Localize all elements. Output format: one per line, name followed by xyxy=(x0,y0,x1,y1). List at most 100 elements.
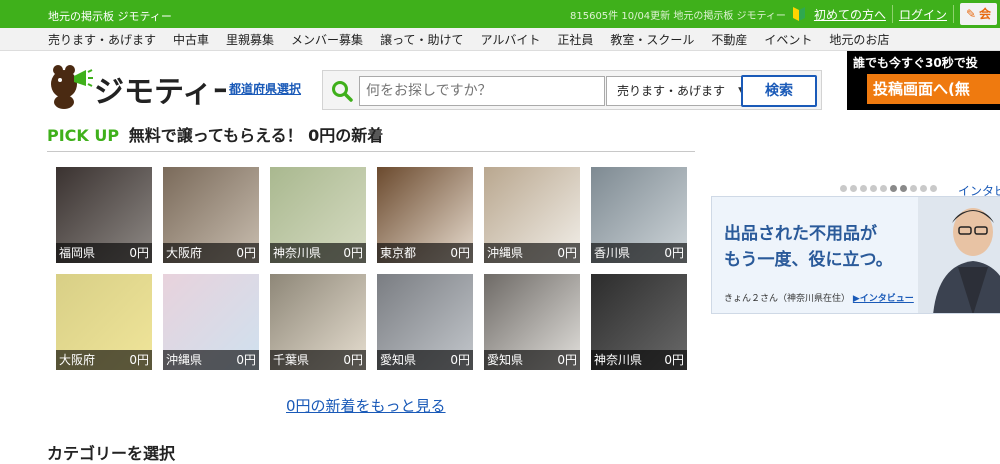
item-prefecture: 東京都 xyxy=(380,246,417,260)
item-caption: 大阪府 0円 xyxy=(163,243,259,263)
first-time-link[interactable]: 初めての方へ xyxy=(810,6,890,23)
listing-stats: 815605件 10/04更新 地元の掲示板 ジモティー xyxy=(570,10,786,22)
ad-credit: きょん２さん（神奈川県在住） ▶インタビュー xyxy=(724,291,914,304)
item-prefecture: 大阪府 xyxy=(59,353,96,367)
item-tile[interactable]: 愛知県 0円 xyxy=(377,274,473,370)
item-tile[interactable]: 東京都 0円 xyxy=(377,167,473,263)
item-price: 0円 xyxy=(129,353,149,367)
carousel-dot[interactable] xyxy=(890,185,897,192)
item-price: 0円 xyxy=(450,246,470,260)
item-caption: 神奈川県 0円 xyxy=(270,243,366,263)
top-bar-right: 815605件 10/04更新 地元の掲示板 ジモティー 初めての方へ ログイン… xyxy=(570,0,998,28)
item-price: 0円 xyxy=(236,353,256,367)
item-price: 0円 xyxy=(343,246,363,260)
bear-mascot-icon xyxy=(51,65,93,109)
category-nav: 売ります・あげます 中古車 里親募集 メンバー募集 譲って・助けて アルバイト 正社員 教室・… xyxy=(0,28,1000,51)
item-tile[interactable]: 千葉県 0円 xyxy=(270,274,366,370)
more-free-items-link[interactable]: 0円の新着をもっと見る xyxy=(286,395,446,416)
logo-text: ジモティー xyxy=(94,75,226,110)
item-prefecture: 愛知県 xyxy=(380,353,417,367)
item-caption: 福岡県 0円 xyxy=(56,243,152,263)
post-button-label: 会 xyxy=(979,7,992,21)
item-prefecture: 神奈川県 xyxy=(273,246,322,260)
nav-item[interactable]: アルバイト xyxy=(480,31,540,48)
carousel-dot[interactable] xyxy=(870,185,877,192)
pickup-title: 無料で譲ってもらえる！ 0円の新着 xyxy=(128,126,384,145)
prefecture-select-link[interactable]: 都道府県選択 xyxy=(229,80,301,97)
interview-ad-card[interactable]: 出品された不用品が もう一度、役に立つ。 きょん２さん（神奈川県在住） ▶インタ… xyxy=(711,196,1000,314)
nav-item[interactable]: 教室・スクール xyxy=(610,31,694,48)
site-tagline: 地元の掲示板 ジモティー xyxy=(48,10,172,23)
item-caption: 愛知県 0円 xyxy=(484,350,580,370)
post-button[interactable]: ✎ 会 xyxy=(959,3,998,25)
carousel-dot[interactable] xyxy=(850,185,857,192)
top-bar: 地元の掲示板 ジモティー 815605件 10/04更新 地元の掲示板 ジモティ… xyxy=(0,0,1000,28)
item-caption: 千葉県 0円 xyxy=(270,350,366,370)
promo-text: 誰でも今すぐ30秒で投 xyxy=(853,56,978,70)
item-caption: 東京都 0円 xyxy=(377,243,473,263)
item-price: 0円 xyxy=(557,246,577,260)
item-prefecture: 香川県 xyxy=(594,246,631,260)
nav-item[interactable]: 譲って・助けて xyxy=(380,31,463,48)
ad-headline-line1: 出品された不用品が xyxy=(724,224,877,244)
pickup-label: PICK UP xyxy=(47,126,120,145)
ad-headline-line2: もう一度、役に立つ。 xyxy=(724,250,893,270)
item-prefecture: 大阪府 xyxy=(166,246,203,260)
item-tile[interactable]: 神奈川県 0円 xyxy=(591,274,687,370)
carousel-dot[interactable] xyxy=(880,185,887,192)
search-button[interactable]: 検索 xyxy=(741,75,817,107)
pickup-heading: PICK UP 無料で譲ってもらえる！ 0円の新着 xyxy=(47,122,383,146)
carousel-dot[interactable] xyxy=(900,185,907,192)
category-section-heading: カテゴリーを選択 xyxy=(47,444,176,463)
item-prefecture: 千葉県 xyxy=(273,353,310,367)
item-tile[interactable]: 神奈川県 0円 xyxy=(270,167,366,263)
item-tile[interactable]: 大阪府 0円 xyxy=(163,167,259,263)
carousel-dot[interactable] xyxy=(840,185,847,192)
item-caption: 神奈川県 0円 xyxy=(591,350,687,370)
pencil-icon: ✎ xyxy=(965,7,977,21)
nav-item[interactable]: イベント xyxy=(764,31,812,48)
item-price: 0円 xyxy=(664,353,684,367)
ad-headline: 出品された不用品が もう一度、役に立つ。 xyxy=(724,221,893,273)
search-bar: 売ります・あげます ▼ 検索 xyxy=(322,70,822,110)
search-input[interactable] xyxy=(359,76,605,106)
item-tile[interactable]: 沖縄県 0円 xyxy=(484,167,580,263)
jmty-logo[interactable]: ジモティー xyxy=(46,60,226,110)
nav-item[interactable]: メンバー募集 xyxy=(291,31,363,48)
item-caption: 香川県 0円 xyxy=(591,243,687,263)
nav-item[interactable]: 中古車 xyxy=(173,31,209,48)
item-caption: 沖縄県 0円 xyxy=(163,350,259,370)
item-caption: 大阪府 0円 xyxy=(56,350,152,370)
item-tile[interactable]: 沖縄県 0円 xyxy=(163,274,259,370)
item-tile[interactable]: 愛知県 0円 xyxy=(484,274,580,370)
item-price: 0円 xyxy=(343,353,363,367)
carousel-dot[interactable] xyxy=(910,185,917,192)
item-price: 0円 xyxy=(664,246,684,260)
item-prefecture: 神奈川県 xyxy=(594,353,643,367)
item-prefecture: 福岡県 xyxy=(59,246,96,260)
item-price: 0円 xyxy=(450,353,470,367)
item-prefecture: 愛知県 xyxy=(487,353,524,367)
carousel-dot[interactable] xyxy=(860,185,867,192)
login-link[interactable]: ログイン xyxy=(895,6,951,23)
post-promo-banner[interactable]: 誰でも今すぐ30秒で投 投稿画面へ(無 xyxy=(847,51,1000,110)
promo-post-button[interactable]: 投稿画面へ(無 xyxy=(867,74,1000,104)
nav-item[interactable]: 里親募集 xyxy=(226,31,274,48)
person-photo xyxy=(918,197,1000,313)
nav-item[interactable]: 売ります・あげます xyxy=(48,31,156,48)
beginner-mark-icon xyxy=(792,7,805,21)
nav-item[interactable]: 地元のお店 xyxy=(829,31,889,48)
carousel-dot[interactable] xyxy=(930,185,937,192)
item-price: 0円 xyxy=(236,246,256,260)
carousel-dot[interactable] xyxy=(920,185,927,192)
category-select[interactable]: 売ります・あげます ▼ xyxy=(606,76,754,106)
divider xyxy=(952,5,954,23)
item-tile[interactable]: 香川県 0円 xyxy=(591,167,687,263)
item-tile[interactable]: 福岡県 0円 xyxy=(56,167,152,263)
item-tile[interactable]: 大阪府 0円 xyxy=(56,274,152,370)
nav-item[interactable]: 正社員 xyxy=(557,31,593,48)
item-caption: 沖縄県 0円 xyxy=(484,243,580,263)
divider xyxy=(891,5,893,23)
ad-interview-link[interactable]: ▶インタビュー xyxy=(853,294,914,304)
nav-item[interactable]: 不動産 xyxy=(711,31,747,48)
